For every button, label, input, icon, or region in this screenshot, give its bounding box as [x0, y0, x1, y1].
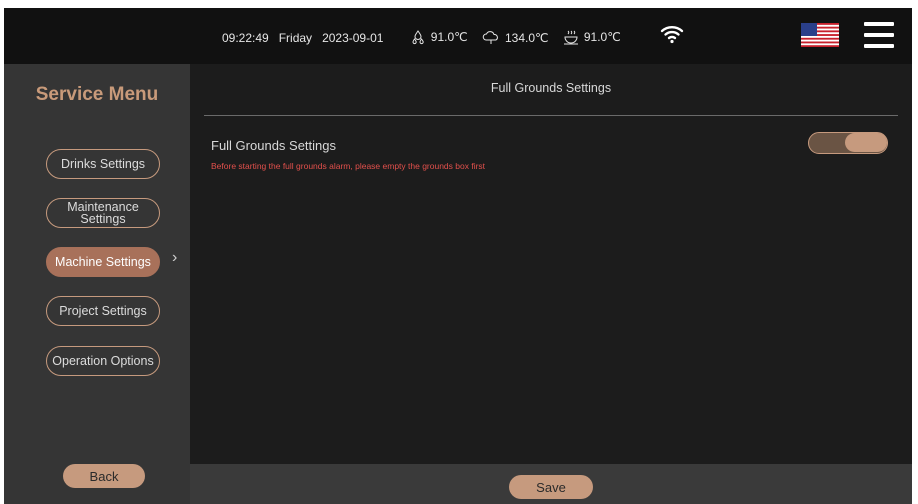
status-bar: 09:22:49 Friday 2023-09-01 91.0℃ 134.0℃: [4, 8, 912, 64]
temp3-value: 91.0℃: [583, 30, 621, 45]
chevron-right-icon: ›: [172, 249, 178, 266]
temp-cup: 91.0℃: [563, 30, 621, 46]
sidebar: Service Menu Drinks Settings Maintenance…: [4, 64, 190, 504]
sidebar-item-project-settings[interactable]: Project Settings: [46, 296, 160, 326]
toggle-knob: [845, 133, 887, 152]
divider: [204, 115, 898, 116]
footer-bar: Save: [190, 464, 912, 504]
status-info: 09:22:49 Friday 2023-09-01 91.0℃ 134.0℃: [222, 30, 621, 46]
temp1-value: 91.0℃: [430, 30, 468, 45]
back-button[interactable]: Back: [63, 464, 145, 488]
setting-warning-text: Before starting the full grounds alarm, …: [211, 161, 486, 171]
steam-cloud-icon: [482, 31, 498, 45]
sidebar-item-operation-options[interactable]: Operation Options: [46, 346, 160, 376]
sidebar-item-drinks-settings[interactable]: Drinks Settings: [46, 149, 160, 179]
save-button[interactable]: Save: [509, 475, 593, 499]
setting-label: Full Grounds Settings: [211, 138, 337, 153]
status-time: 09:22:49: [222, 31, 269, 45]
hamburger-menu-icon[interactable]: [864, 22, 894, 48]
sidebar-title: Service Menu: [35, 84, 159, 105]
temp-steam: 134.0℃: [482, 31, 549, 46]
temp-hot-water: 91.0℃: [411, 30, 468, 46]
wifi-icon: [660, 26, 684, 44]
sidebar-item-maintenance-settings[interactable]: Maintenance Settings: [46, 198, 160, 228]
us-flag-icon[interactable]: [801, 23, 839, 47]
water-drops-icon: [412, 30, 425, 45]
page-title: Full Grounds Settings: [490, 81, 612, 95]
sidebar-item-machine-settings[interactable]: Machine Settings: [46, 247, 160, 277]
status-weekday: Friday: [278, 31, 313, 45]
status-date: 2023-09-01: [322, 31, 384, 45]
temp2-value: 134.0℃: [504, 30, 549, 45]
full-grounds-toggle[interactable]: [808, 132, 888, 154]
app-screen: 09:22:49 Friday 2023-09-01 91.0℃ 134.0℃: [4, 8, 912, 504]
coffee-cup-icon: [563, 30, 578, 45]
